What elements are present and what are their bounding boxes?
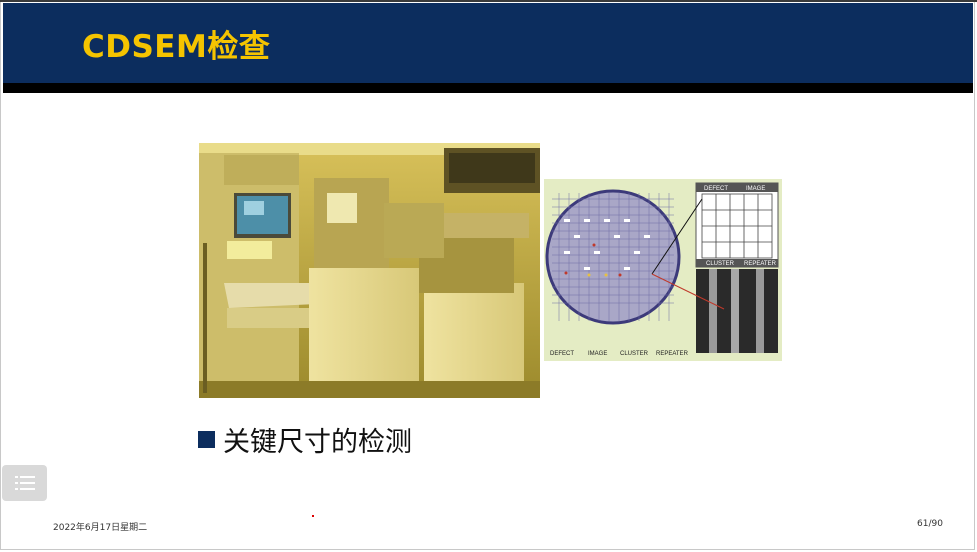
legend-image: IMAGE bbox=[746, 186, 765, 192]
slide-menu-button[interactable] bbox=[2, 465, 47, 501]
page-number: 61/90 bbox=[917, 519, 943, 529]
list-menu-icon bbox=[14, 476, 35, 490]
bullet-point: 关键尺寸的检测 bbox=[198, 420, 412, 459]
legend-cluster: CLUSTER bbox=[706, 261, 735, 267]
legend-defect: DEFECT bbox=[704, 186, 728, 192]
legend-bottom-cluster: CLUSTER bbox=[620, 351, 649, 357]
wafer-defect-map: DEFECT IMAGE CLUSTER REPEATER DEFECT IMA… bbox=[544, 179, 782, 361]
legend-bottom-defect: DEFECT bbox=[550, 351, 574, 357]
slide-title: CDSEM检查 bbox=[82, 29, 271, 65]
laser-pointer-dot bbox=[312, 515, 314, 517]
cdsem-equipment-photo bbox=[199, 143, 540, 398]
legend-bottom-repeater: REPEATER bbox=[656, 351, 689, 357]
square-bullet-icon bbox=[198, 431, 215, 448]
bullet-text: 关键尺寸的检测 bbox=[223, 427, 412, 458]
top-border bbox=[0, 0, 977, 2]
slide-date: 2022年6月17日星期二 bbox=[53, 523, 148, 533]
legend-repeater: REPEATER bbox=[744, 261, 777, 267]
legend-bottom-image: IMAGE bbox=[588, 351, 607, 357]
header-divider bbox=[3, 83, 973, 93]
